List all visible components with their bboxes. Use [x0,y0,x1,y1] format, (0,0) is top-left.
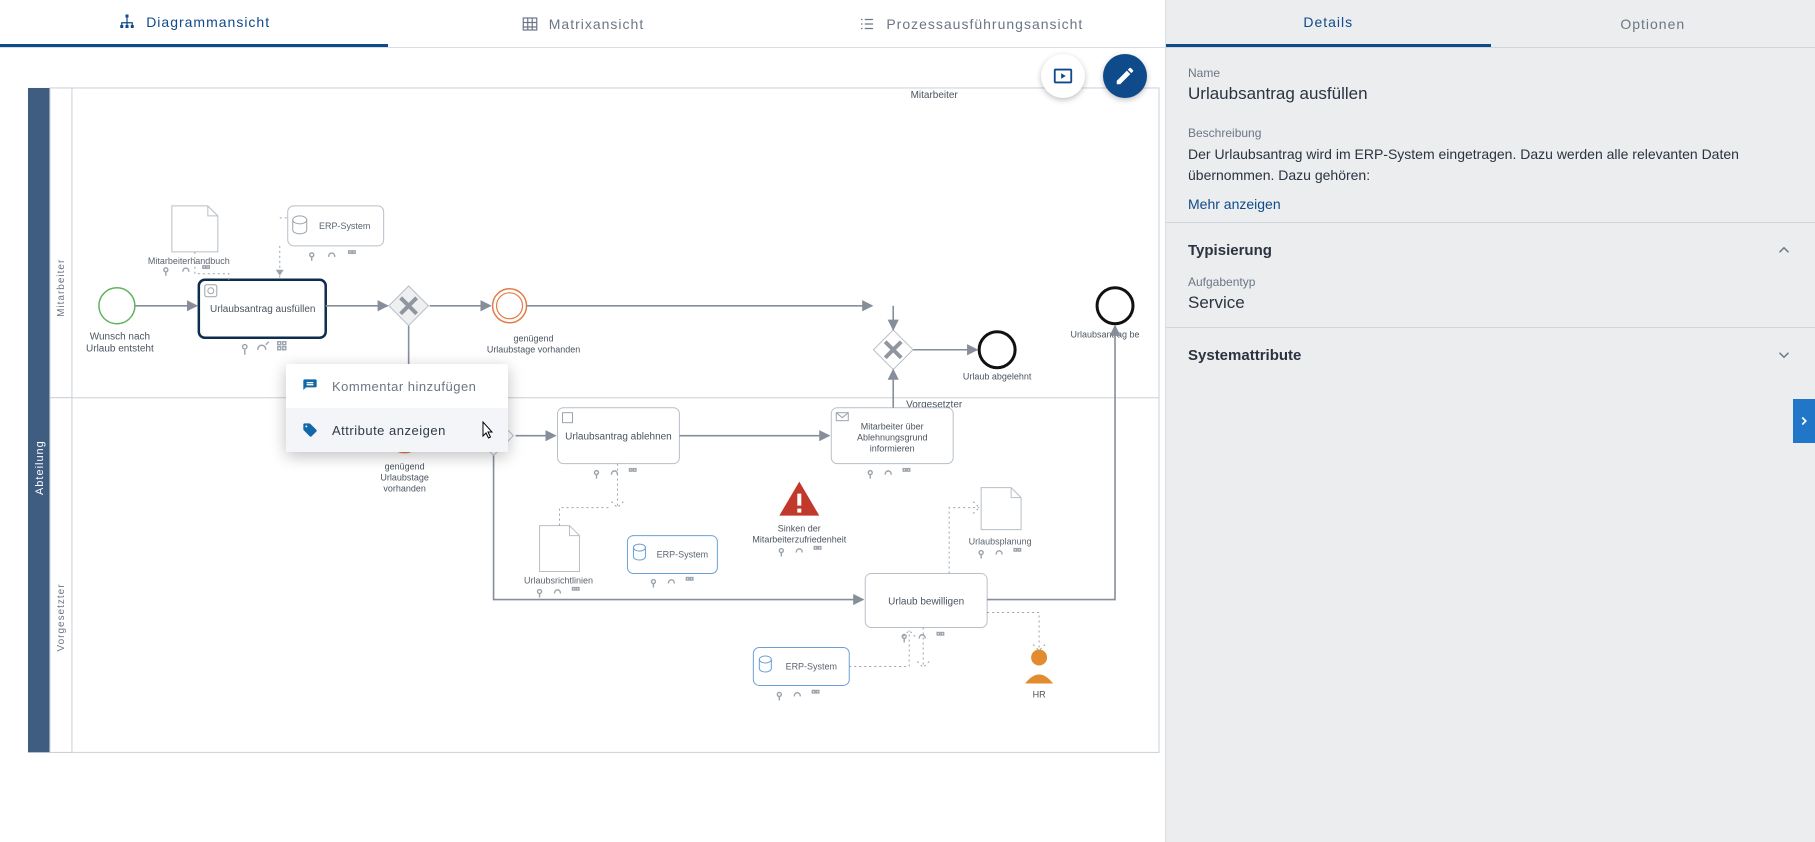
details-name-label: Name [1188,66,1793,80]
gateway-enough-days-1[interactable] [389,286,429,326]
lane-employee-title: Mitarbeiter [911,90,959,101]
svg-text:Urlaub entsteht: Urlaub entsteht [86,344,154,355]
svg-text:Ablehnungsgrund: Ablehnungsgrund [857,433,927,443]
svg-text:Urlaubsrichtlinien: Urlaubsrichtlinien [524,576,593,586]
right-tab-details[interactable]: Details [1166,0,1491,47]
svg-text:Urlaub bewilligen: Urlaub bewilligen [888,597,964,608]
lane-supervisor-label: Vorgesetzter [56,583,67,651]
svg-text:Urlaubstage vorhanden: Urlaubstage vorhanden [487,345,580,355]
context-menu: Kommentar hinzufügen Attribute anzeigen [286,364,508,452]
svg-text:Urlaub abgelehnt: Urlaub abgelehnt [963,372,1032,382]
svg-text:Urlaubsantrag be: Urlaubsantrag be [1071,330,1140,340]
details-desc-label: Beschreibung [1188,126,1793,140]
svg-text:Mitarbeiterzufriedenheit: Mitarbeiterzufriedenheit [752,535,846,545]
svg-text:Urlaubsplanung: Urlaubsplanung [969,537,1032,547]
tab-diagram-view[interactable]: Diagrammansicht [0,0,388,47]
risk-indicator[interactable] [779,482,819,516]
tab-matrix-label: Matrixansicht [549,16,644,32]
context-show-attributes-label: Attribute anzeigen [332,423,446,438]
cursor-icon [476,420,496,442]
context-add-comment[interactable]: Kommentar hinzufügen [286,364,508,408]
right-panel-tabs: Details Optionen [1166,0,1815,48]
tab-execution-label: Prozessausführungsansicht [886,16,1083,32]
intermediate-event-1[interactable] [493,289,527,323]
svg-text:Urlaubsantrag ablehnen: Urlaubsantrag ablehnen [565,432,672,443]
context-add-comment-label: Kommentar hinzufügen [332,379,476,394]
tab-diagram-label: Diagrammansicht [146,14,270,30]
end-event-reject[interactable] [979,332,1015,368]
diagram-canvas[interactable]: Abteilung Mitarbeiter Vorgesetzter Mitar… [0,48,1165,842]
svg-text:Urlaubstage: Urlaubstage [380,473,428,483]
edit-button[interactable] [1103,54,1147,98]
gateway-merge[interactable] [873,330,913,370]
start-event[interactable] [99,288,135,324]
task-type-label: Aufgabentyp [1188,275,1793,289]
section-sysattr-header[interactable]: Systemattribute [1188,346,1793,364]
chevron-down-icon [1775,346,1793,364]
section-sysattr-title: Systemattribute [1188,347,1301,364]
right-tab-options[interactable]: Optionen [1491,0,1815,47]
svg-text:informieren: informieren [870,444,915,454]
tab-execution-view[interactable]: Prozessausführungsansicht [777,0,1165,47]
svg-text:Mitarbeiterhandbuch: Mitarbeiterhandbuch [148,256,230,266]
side-panel-handle[interactable] [1793,399,1815,443]
svg-text:HR: HR [1033,689,1046,699]
svg-text:Sinken der: Sinken der [778,524,821,534]
svg-text:genügend: genügend [514,334,554,344]
lane-employee-label: Mitarbeiter [56,259,67,317]
run-button[interactable] [1041,54,1085,98]
details-desc-value: Der Urlaubsantrag wird im ERP-System ein… [1188,144,1793,186]
svg-text:ERP-System: ERP-System [786,661,837,671]
svg-text:Wunsch nach: Wunsch nach [90,332,150,343]
show-more-link[interactable]: Mehr anzeigen [1188,196,1793,212]
chevron-up-icon [1775,241,1793,259]
section-typing-title: Typisierung [1188,242,1272,259]
main-tabs: Diagrammansicht Matrixansicht Prozessaus… [0,0,1165,48]
end-event-approve[interactable] [1097,288,1133,324]
tab-matrix-view[interactable]: Matrixansicht [388,0,776,47]
details-name-value: Urlaubsantrag ausfüllen [1188,84,1793,104]
context-show-attributes[interactable]: Attribute anzeigen [286,408,508,452]
data-object-handbook[interactable] [172,206,218,252]
data-object-policies[interactable] [540,526,580,572]
section-typing-header[interactable]: Typisierung [1188,241,1793,259]
svg-text:Mitarbeiter über: Mitarbeiter über [861,422,924,432]
pool-label: Abteilung [34,440,46,495]
svg-text:ERP-System: ERP-System [319,221,370,231]
svg-text:vorhanden: vorhanden [383,484,425,494]
task-type-value: Service [1188,293,1793,313]
data-object-planning[interactable] [981,488,1021,530]
svg-text:ERP-System: ERP-System [657,550,708,560]
hr-actor[interactable] [1025,649,1053,683]
svg-text:genügend: genügend [385,462,425,472]
svg-text:Urlaubsantrag ausfüllen: Urlaubsantrag ausfüllen [210,304,315,315]
